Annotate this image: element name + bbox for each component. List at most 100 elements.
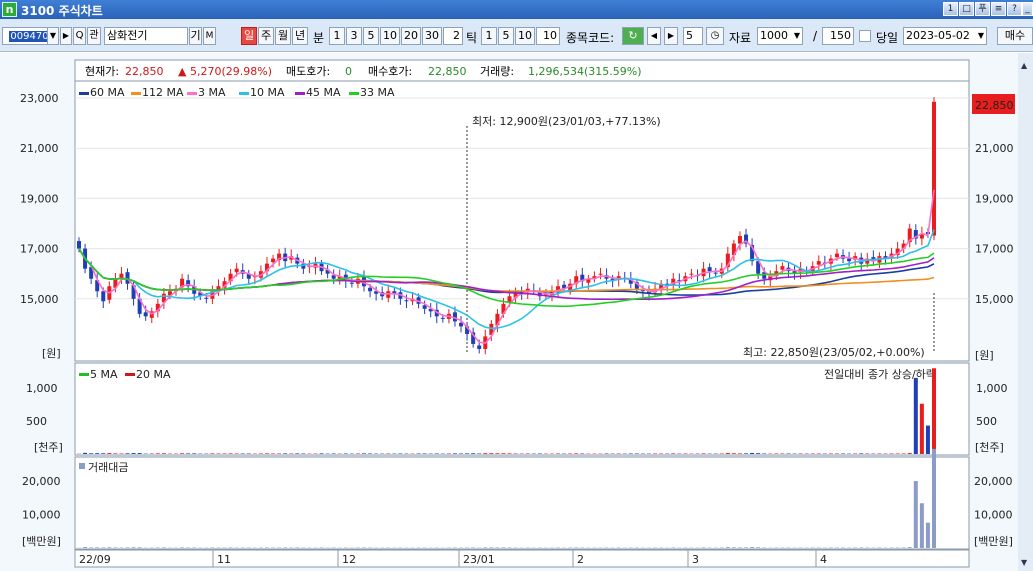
minute-10-button[interactable]: 10 bbox=[380, 27, 400, 45]
m-button[interactable]: M bbox=[203, 27, 216, 45]
candle bbox=[422, 305, 427, 309]
minute-5-button[interactable]: 5 bbox=[363, 27, 379, 45]
candle bbox=[271, 258, 276, 263]
data-count-select[interactable]: 1000 ▼ bbox=[757, 27, 803, 45]
next-arrow-icon[interactable]: ▶ bbox=[60, 27, 72, 45]
date-tick: 22/09 bbox=[79, 553, 111, 566]
minute-custom-input[interactable]: 2 bbox=[443, 27, 463, 45]
legend-swatch bbox=[349, 92, 359, 95]
minute-20-button[interactable]: 20 bbox=[401, 27, 421, 45]
volume-bar bbox=[180, 453, 185, 454]
volume-bar bbox=[483, 453, 488, 454]
price-tick-right: 19,000 bbox=[975, 192, 1014, 205]
prev-page-icon[interactable]: ◀ bbox=[647, 27, 661, 45]
bid-value: 22,850 bbox=[428, 65, 467, 78]
candle bbox=[932, 101, 936, 236]
turnover-bar bbox=[750, 547, 755, 548]
next-page-icon[interactable]: ▶ bbox=[664, 27, 678, 45]
ask-label: 매도호가: bbox=[286, 65, 330, 78]
scroll-up-icon[interactable]: ▲ bbox=[1021, 61, 1028, 70]
volume-tick-right: 1,000 bbox=[976, 382, 1008, 395]
turnover-legend: 거래대금 bbox=[88, 461, 128, 474]
minute-label: 분 bbox=[313, 31, 325, 45]
period-day-button[interactable]: 일 bbox=[241, 27, 257, 45]
turnover-bar bbox=[737, 547, 742, 548]
app-logo-icon: n bbox=[2, 2, 17, 17]
page-separator: / bbox=[813, 29, 818, 43]
turnover-bar bbox=[495, 547, 500, 548]
scrollbar[interactable] bbox=[1018, 53, 1033, 571]
buy-button[interactable]: 매수 bbox=[997, 27, 1033, 45]
turnover-bar bbox=[89, 547, 94, 548]
turnover-bar bbox=[483, 547, 488, 548]
tick-custom-input[interactable]: 10 bbox=[536, 27, 560, 45]
toolbar: 009470 ▼ ▶ Q 관 삼화전기 기 M 일 주 월 년 분 1 3 5 … bbox=[0, 19, 1033, 52]
volume-bar bbox=[750, 452, 755, 454]
step-input[interactable]: 5 bbox=[683, 27, 703, 45]
turnover-tick-right: 20,000 bbox=[974, 475, 1013, 488]
tick-label: 틱 bbox=[466, 31, 478, 45]
date-tick: 12 bbox=[342, 553, 356, 566]
date-picker[interactable]: 2023-05-02 ▼ bbox=[903, 27, 987, 45]
candle bbox=[459, 322, 464, 327]
volume-bar bbox=[228, 453, 233, 454]
tick-1-button[interactable]: 1 bbox=[481, 27, 497, 45]
page-input[interactable]: 150 bbox=[822, 27, 854, 45]
up-arrow-icon: ▲ bbox=[178, 65, 187, 78]
period-week-button[interactable]: 주 bbox=[258, 27, 274, 45]
volume-tick-left: 1,000 bbox=[26, 382, 58, 395]
candle bbox=[713, 272, 718, 274]
volume-bar bbox=[319, 453, 324, 454]
related-icon[interactable]: 관 bbox=[87, 27, 101, 45]
turnover-bar bbox=[95, 547, 100, 548]
legend-item: 33 MA bbox=[360, 86, 395, 99]
price-tick-left: 17,000 bbox=[20, 243, 59, 256]
volume-legend-swatch bbox=[125, 373, 135, 376]
help-button[interactable]: ? bbox=[1007, 2, 1022, 16]
volume-bar bbox=[89, 453, 94, 454]
volume-bar bbox=[107, 453, 112, 454]
minute-30-button[interactable]: 30 bbox=[422, 27, 442, 45]
legend-swatch bbox=[131, 92, 141, 95]
window-menu-button[interactable]: ≡ bbox=[991, 2, 1006, 16]
turnover-bar bbox=[137, 547, 142, 548]
price-tick-left: 21,000 bbox=[20, 142, 59, 155]
volume-bar bbox=[489, 453, 494, 454]
minimize-button[interactable]: _ bbox=[1022, 2, 1033, 16]
minute-1-button[interactable]: 1 bbox=[329, 27, 345, 45]
search-icon[interactable]: Q bbox=[73, 27, 86, 45]
stock-name-field[interactable]: 삼화전기 bbox=[104, 27, 188, 45]
window-pin-button[interactable]: 푸 bbox=[975, 2, 990, 16]
tick-10-button[interactable]: 10 bbox=[515, 27, 535, 45]
scroll-down-icon[interactable]: ▼ bbox=[1021, 558, 1028, 567]
refresh-icon[interactable]: ↻ bbox=[622, 27, 644, 45]
volume-bar bbox=[725, 453, 730, 454]
volume-bar bbox=[744, 453, 749, 454]
today-checkbox[interactable] bbox=[859, 30, 871, 42]
volume-bar bbox=[919, 403, 924, 454]
tick-5-button[interactable]: 5 bbox=[498, 27, 514, 45]
date-tick: 3 bbox=[692, 553, 699, 566]
stock-chart[interactable]: ▲ ▼ 현재가: 22,850 ▲ 5,270(29.98%) 매도호가: 0 … bbox=[0, 53, 1033, 571]
window-number-button[interactable]: 1 bbox=[943, 2, 958, 16]
turnover-legend-swatch bbox=[79, 463, 85, 469]
turnover-panel[interactable] bbox=[74, 456, 970, 550]
period-year-button[interactable]: 년 bbox=[292, 27, 308, 45]
price-panel[interactable] bbox=[74, 59, 970, 362]
clock-icon[interactable]: ◷ bbox=[706, 27, 724, 45]
period-month-button[interactable]: 월 bbox=[275, 27, 291, 45]
legend-swatch bbox=[295, 92, 305, 95]
price-unit-right: [원] bbox=[975, 349, 994, 362]
volume-bar bbox=[701, 453, 706, 454]
minute-3-button[interactable]: 3 bbox=[346, 27, 362, 45]
ask-value: 0 bbox=[345, 65, 352, 78]
code-dropdown-icon[interactable]: ▼ bbox=[47, 27, 59, 45]
price-tick-right: 15,000 bbox=[975, 293, 1014, 306]
low-annotation: 최저: 12,900원(23/01/03,+77.13%) bbox=[472, 115, 661, 128]
window-restore-button[interactable]: □ bbox=[959, 2, 974, 16]
candle bbox=[204, 297, 209, 299]
turnover-unit-right: [백만원] bbox=[974, 535, 1013, 548]
volume-legend-item: 5 MA bbox=[90, 368, 118, 381]
today-label: 당일 bbox=[876, 31, 899, 45]
gi-button[interactable]: 기 bbox=[189, 27, 202, 45]
